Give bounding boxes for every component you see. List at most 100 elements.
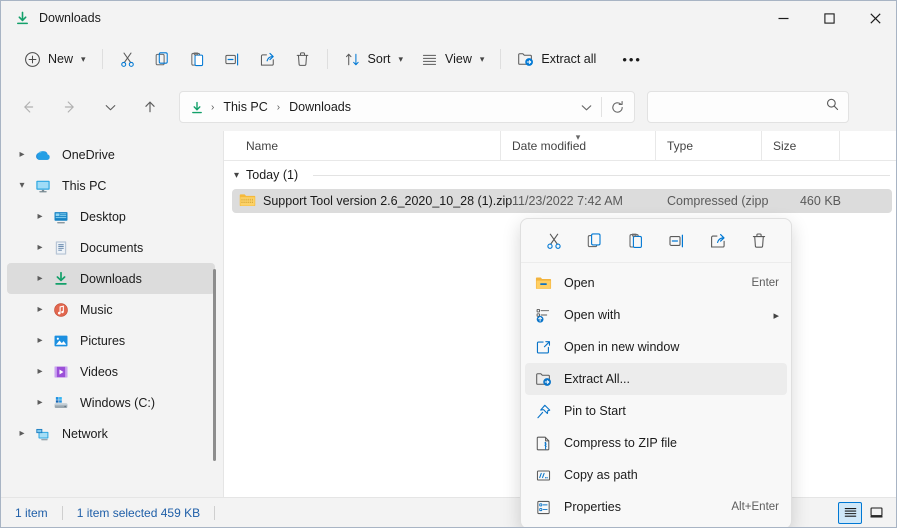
sort-indicator-icon: ▾ — [575, 131, 581, 142]
share-button[interactable] — [250, 43, 285, 75]
menu-item-compress-to-zip[interactable]: Compress to ZIP file — [525, 427, 787, 459]
title-bar: Downloads — [1, 1, 896, 35]
new-button[interactable]: New ▾ — [15, 43, 95, 75]
menu-item-pin-to-start[interactable]: Pin to Start — [525, 395, 787, 427]
hard-drive-icon — [51, 394, 71, 412]
back-button[interactable] — [13, 92, 43, 122]
column-header-date-modified[interactable]: ▾ Date modified — [500, 131, 655, 161]
navigation-pane: ▸ OneDrive ▾ This PC ▸ Desktop ▸ Documen… — [1, 131, 223, 499]
copy-button[interactable] — [145, 43, 180, 75]
cut-icon — [119, 51, 136, 68]
rename-icon[interactable] — [661, 226, 693, 256]
menu-item-label: Extract All... — [564, 372, 630, 386]
copy-icon[interactable] — [579, 226, 611, 256]
chevron-right-icon[interactable]: ▸ — [29, 304, 51, 315]
menu-item-open-with[interactable]: Open with ▸ — [525, 299, 787, 331]
menu-item-properties[interactable]: Properties Alt+Enter — [525, 491, 787, 523]
address-bar[interactable]: › This PC › Downloads — [179, 91, 635, 123]
sidebar-item-documents[interactable]: ▸ Documents — [7, 232, 215, 263]
column-header-size[interactable]: Size — [761, 131, 839, 161]
navigation-scrollbar[interactable] — [213, 269, 216, 461]
chevron-right-icon[interactable]: ▸ — [29, 366, 51, 377]
table-row[interactable]: Support Tool version 2.6_2020_10_28 (1).… — [232, 189, 892, 213]
see-more-button[interactable]: ••• — [611, 43, 653, 75]
sidebar-item-this-pc[interactable]: ▾ This PC — [7, 170, 215, 201]
chevron-right-icon[interactable]: ▸ — [11, 428, 33, 439]
extract-all-button[interactable]: Extract all — [508, 43, 605, 75]
ellipsis-icon: ••• — [622, 51, 642, 67]
sort-button[interactable]: Sort ▾ — [335, 43, 412, 75]
context-menu-items: Open Enter Open with ▸ Open in new windo… — [521, 263, 791, 523]
sidebar-item-label: Music — [80, 302, 113, 317]
copy-as-path-icon — [535, 467, 552, 484]
forward-button[interactable] — [55, 92, 85, 122]
menu-item-accelerator: Alt+Enter — [731, 501, 779, 513]
command-bar: New ▾ Sort ▾ View ▾ Extract all ••• — [1, 35, 896, 83]
group-divider — [313, 174, 890, 176]
view-icon — [421, 51, 438, 68]
up-button[interactable] — [135, 92, 165, 122]
breadcrumb-item-downloads[interactable]: Downloads — [283, 97, 357, 117]
recent-locations-button[interactable] — [95, 92, 125, 122]
menu-item-open[interactable]: Open Enter — [525, 267, 787, 299]
view-button-label: View — [445, 52, 472, 66]
menu-item-extract-all[interactable]: Extract All... — [525, 363, 787, 395]
status-bar-left: 1 item 1 item selected 459 KB — [1, 505, 229, 520]
close-button[interactable] — [852, 1, 896, 35]
selection-info-text: 1 item selected 459 KB — [76, 505, 201, 520]
delete-icon[interactable] — [743, 226, 775, 256]
view-toggle-group — [838, 501, 888, 524]
chevron-right-icon[interactable]: ▸ — [11, 149, 33, 160]
menu-item-label: Copy as path — [564, 468, 638, 482]
chevron-right-icon[interactable]: ▸ — [29, 211, 51, 222]
view-button[interactable]: View ▾ — [412, 43, 493, 75]
large-icons-view-button[interactable] — [864, 502, 888, 524]
command-separator-3 — [500, 49, 502, 69]
delete-button[interactable] — [285, 43, 320, 75]
chevron-down-icon[interactable]: ▾ — [11, 180, 33, 191]
column-header-label: Name — [246, 138, 279, 153]
chevron-down-icon[interactable]: ▾ — [234, 170, 239, 181]
sidebar-item-videos[interactable]: ▸ Videos — [7, 356, 215, 387]
item-count-text: 1 item — [15, 505, 48, 520]
minimize-button[interactable] — [760, 1, 806, 35]
chevron-right-icon[interactable]: ▸ — [29, 242, 51, 253]
details-view-button[interactable] — [838, 501, 862, 524]
search-input[interactable] — [656, 99, 825, 115]
rename-button[interactable] — [215, 43, 250, 75]
sidebar-item-network[interactable]: ▸ Network — [7, 418, 215, 449]
paste-button[interactable] — [180, 43, 215, 75]
sidebar-item-pictures[interactable]: ▸ Pictures — [7, 325, 215, 356]
column-header-name[interactable]: Name — [224, 131, 500, 161]
sidebar-item-label: OneDrive — [62, 147, 115, 162]
paste-icon[interactable] — [620, 226, 652, 256]
menu-item-copy-as-path[interactable]: Copy as path — [525, 459, 787, 491]
previous-locations-button[interactable] — [573, 94, 599, 120]
share-icon[interactable] — [702, 226, 734, 256]
breadcrumb-item-this-pc[interactable]: This PC — [217, 97, 273, 117]
search-box[interactable] — [647, 91, 849, 123]
sidebar-item-windows-c[interactable]: ▸ Windows (C:) — [7, 387, 215, 418]
column-header-type[interactable]: Type — [655, 131, 761, 161]
sidebar-item-downloads[interactable]: ▸ Downloads — [7, 263, 215, 294]
breadcrumb: › This PC › Downloads — [188, 97, 573, 117]
context-menu-toolbar — [521, 219, 791, 263]
menu-item-open-in-new-window[interactable]: Open in new window — [525, 331, 787, 363]
chevron-right-icon[interactable]: ▸ — [29, 397, 51, 408]
maximize-button[interactable] — [806, 1, 852, 35]
share-icon — [259, 51, 276, 68]
sort-button-label: Sort — [367, 52, 391, 66]
group-header-today[interactable]: ▾ Today (1) — [224, 161, 896, 189]
cut-icon[interactable] — [538, 226, 570, 256]
chevron-right-icon[interactable]: ▸ — [29, 335, 51, 346]
sidebar-item-music[interactable]: ▸ Music — [7, 294, 215, 325]
sidebar-item-onedrive[interactable]: ▸ OneDrive — [7, 139, 215, 170]
refresh-button[interactable] — [604, 94, 630, 120]
folder-open-icon — [535, 275, 552, 291]
sort-icon — [344, 51, 361, 68]
chevron-right-icon[interactable]: ▸ — [29, 273, 51, 284]
search-icon — [825, 97, 840, 117]
cut-button[interactable] — [110, 43, 145, 75]
sidebar-item-label: Videos — [80, 364, 118, 379]
sidebar-item-desktop[interactable]: ▸ Desktop — [7, 201, 215, 232]
